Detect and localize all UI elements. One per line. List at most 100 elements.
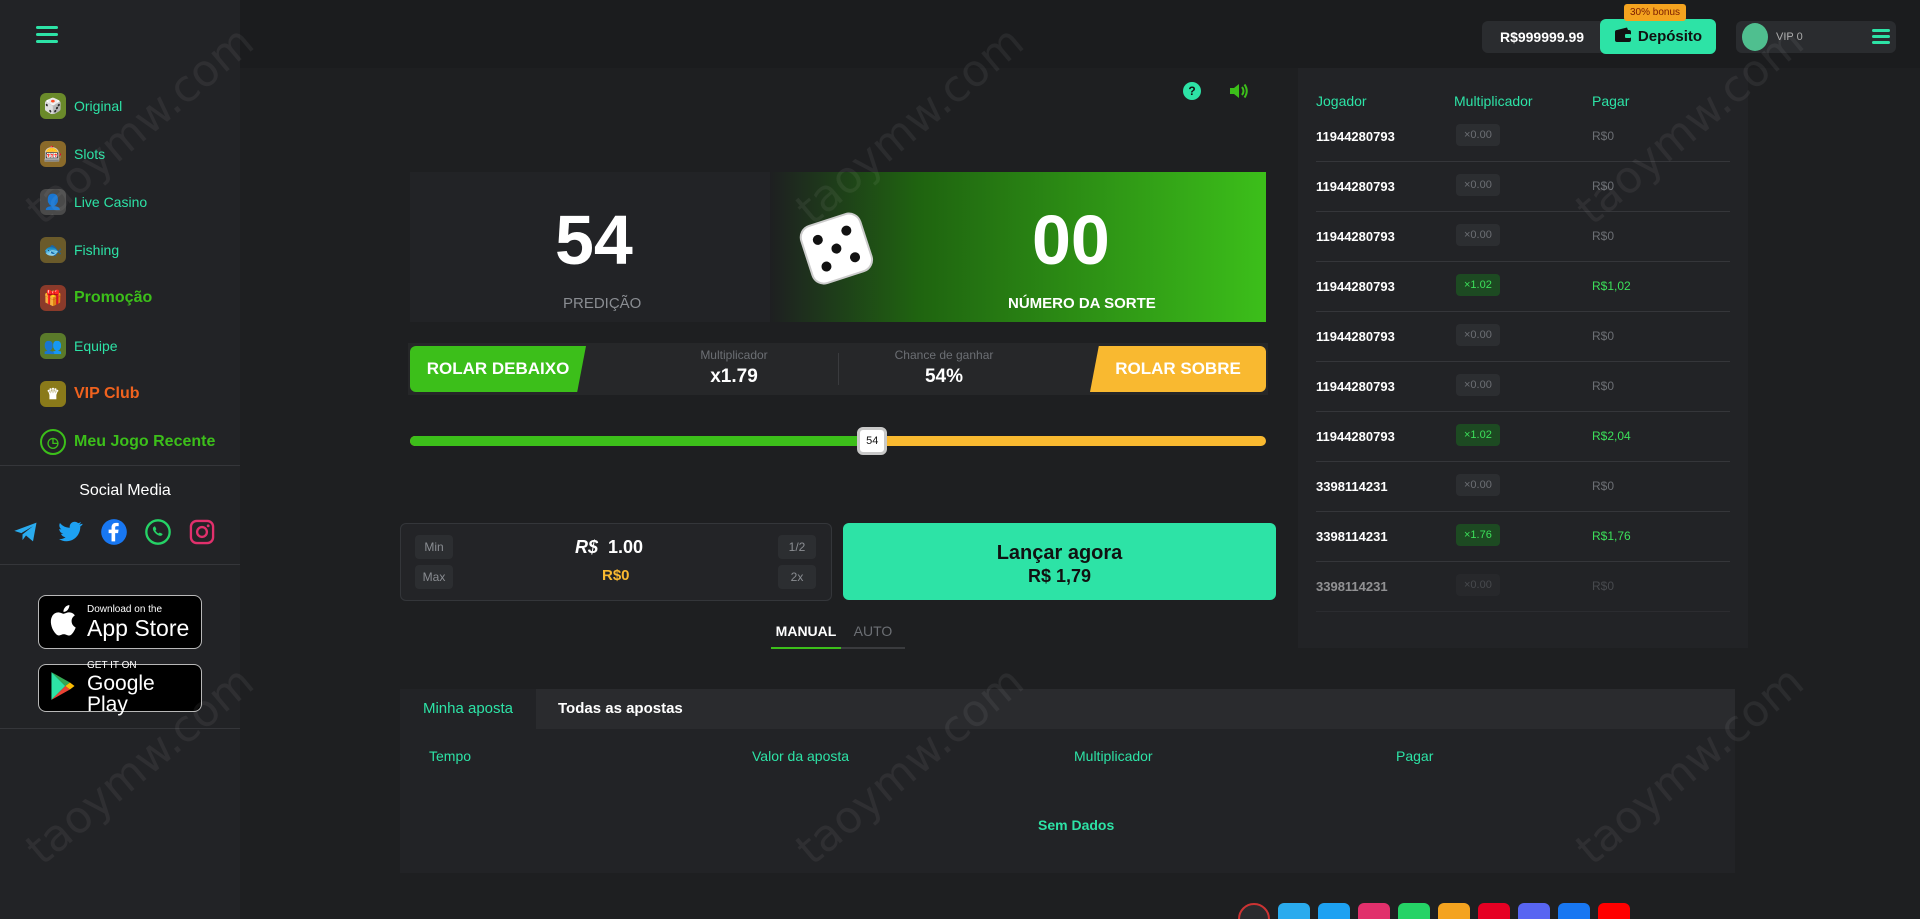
multiplier-label: Multiplicador	[700, 348, 768, 362]
payout-value: R$2,04	[1592, 429, 1631, 443]
chance-value: 54%	[924, 366, 964, 387]
twitter-icon[interactable]	[56, 518, 84, 546]
sidebar-item-original[interactable]: 🎲 Original	[0, 82, 240, 130]
prediction-slider-thumb[interactable]: 54	[857, 427, 888, 455]
player-id: 11944280793	[1316, 379, 1395, 394]
prediction-slider-fill	[410, 436, 873, 446]
pinterest-icon[interactable]	[1478, 903, 1510, 919]
blogger-icon[interactable]	[1438, 903, 1470, 919]
live-bet-row: 3398114231 ×0.00 R$0	[1316, 562, 1730, 612]
fishing-icon: 🐟	[40, 237, 66, 263]
twitter-icon[interactable]	[1318, 903, 1350, 919]
payout-value: R$1,02	[1592, 279, 1631, 293]
column-header-multiplier: Multiplicador	[1074, 748, 1153, 764]
google-play-label: Google Play	[87, 672, 155, 716]
live-bet-row: 11944280793 ×1.02 R$1,02	[1316, 262, 1730, 312]
youtube-icon[interactable]	[1598, 903, 1630, 919]
column-header-time: Tempo	[429, 748, 472, 764]
tab-manual[interactable]: MANUAL	[771, 623, 841, 649]
sidebar-item-label: Equipe	[74, 338, 118, 354]
bet-amount-input[interactable]: R$ 1.00	[575, 537, 643, 558]
player-id: 3398114231	[1316, 579, 1388, 594]
live-bet-row: 11944280793 ×1.02 R$2,04	[1316, 412, 1730, 462]
app-store-label: App Store	[87, 614, 190, 641]
sidebar-item-fishing[interactable]: 🐟 Fishing	[0, 226, 240, 274]
sidebar-item-vip-club[interactable]: ♛ VIP Club	[0, 370, 240, 418]
sidebar-nav: 🎲 Original 🎰 Slots 👤 Live Casino 🐟 Fishi…	[0, 82, 240, 466]
sidebar-item-equipe[interactable]: 👥 Equipe	[0, 322, 240, 370]
sidebar-item-live-casino[interactable]: 👤 Live Casino	[0, 178, 240, 226]
sidebar-item-promocao[interactable]: 🎁 Promoção	[0, 274, 240, 322]
divider	[0, 728, 240, 729]
potential-win: R$0	[602, 567, 630, 584]
telegram-icon[interactable]	[1278, 903, 1310, 919]
max-bet-button[interactable]: Max	[415, 565, 453, 589]
multiplier-badge: ×0.00	[1456, 224, 1500, 246]
whatsapp-icon[interactable]	[144, 518, 172, 546]
crown-icon: ♛	[40, 381, 66, 407]
player-id: 3398114231	[1316, 479, 1388, 494]
clock-icon: ◷	[40, 429, 66, 455]
gift-icon: 🎁	[40, 285, 66, 311]
sidebar-item-slots[interactable]: 🎰 Slots	[0, 130, 240, 178]
app-store-caption: Download on the	[87, 603, 163, 615]
dice-icon	[795, 204, 881, 290]
sidebar-item-recent-games[interactable]: ◷ Meu Jogo Recente	[0, 418, 240, 466]
player-id: 3398114231	[1316, 529, 1388, 544]
lucky-number-label: NÚMERO DA SORTE	[1008, 295, 1156, 312]
player-id: 11944280793	[1316, 329, 1395, 344]
user-vip-panel[interactable]: VIP 0	[1736, 21, 1896, 53]
column-header-bet-value: Valor da aposta	[752, 748, 850, 764]
tab-all-bets[interactable]: Todas as apostas	[558, 689, 683, 729]
multiplier-stat: Multiplicador x1.79	[644, 348, 824, 388]
sidebar-item-label: Slots	[74, 146, 106, 162]
live-bet-row: 11944280793 ×0.00 R$0	[1316, 312, 1730, 362]
tab-auto[interactable]: AUTO	[841, 623, 905, 649]
menu-icon[interactable]	[1872, 29, 1890, 47]
roll-under-button[interactable]: ROLAR DEBAIXO	[410, 346, 586, 392]
sidebar: 🎲 Original 🎰 Slots 👤 Live Casino 🐟 Fishi…	[0, 0, 240, 919]
app-store-button[interactable]: Download on the App Store	[38, 595, 202, 649]
telegram-icon[interactable]	[12, 518, 40, 546]
menu-icon[interactable]	[36, 26, 58, 44]
sidebar-item-label: Meu Jogo Recente	[74, 433, 216, 450]
lucky-number-value: 00	[1032, 201, 1110, 279]
google-play-icon	[49, 671, 77, 706]
tiktok-icon[interactable]	[1558, 903, 1590, 919]
multiplier-badge: ×0.00	[1456, 324, 1500, 346]
avatar[interactable]	[1742, 23, 1768, 51]
whatsapp-icon[interactable]	[1398, 903, 1430, 919]
discord-icon[interactable]	[1518, 903, 1550, 919]
payout-value: R$0	[1592, 479, 1615, 493]
player-id: 11944280793	[1316, 229, 1395, 244]
vip-level: VIP 0	[1776, 31, 1803, 43]
footer-social-links	[1238, 903, 1630, 919]
double-bet-button[interactable]: 2x	[778, 565, 816, 589]
multiplier-badge: ×1.02	[1456, 424, 1500, 446]
roll-over-button[interactable]: ROLAR SOBRE	[1090, 346, 1266, 392]
deposit-button[interactable]: Depósito	[1600, 19, 1716, 54]
balance-display: R$999999.99	[1482, 21, 1602, 53]
payout-value: R$1,76	[1592, 529, 1631, 543]
sound-icon[interactable]	[1228, 81, 1250, 101]
instagram-icon[interactable]	[188, 518, 216, 546]
sidebar-item-label: Fishing	[74, 242, 120, 258]
column-header-payout: Pagar	[1592, 93, 1630, 109]
help-icon[interactable]: ?	[1183, 82, 1201, 100]
sidebar-item-label: VIP Club	[74, 385, 140, 402]
min-bet-button[interactable]: Min	[415, 535, 453, 559]
apple-icon	[49, 604, 77, 641]
multiplier-badge: ×0.00	[1456, 174, 1500, 196]
payout-value: R$0	[1592, 329, 1615, 343]
sidebar-item-label: Live Casino	[74, 194, 148, 210]
slots-icon: 🎰	[40, 141, 66, 167]
tab-my-bets[interactable]: Minha aposta	[400, 689, 536, 729]
google-play-button[interactable]: GET IT ON Google Play	[38, 661, 202, 716]
half-bet-button[interactable]: 1/2	[778, 535, 816, 559]
multiplier-badge: ×1.76	[1456, 524, 1500, 546]
launch-button[interactable]: Lançar agora R$ 1,79	[843, 523, 1276, 600]
instagram-icon[interactable]	[1358, 903, 1390, 919]
payout-value: R$0	[1592, 179, 1615, 193]
facebook-icon[interactable]	[100, 518, 128, 546]
social-media-title: Social Media	[79, 482, 171, 499]
